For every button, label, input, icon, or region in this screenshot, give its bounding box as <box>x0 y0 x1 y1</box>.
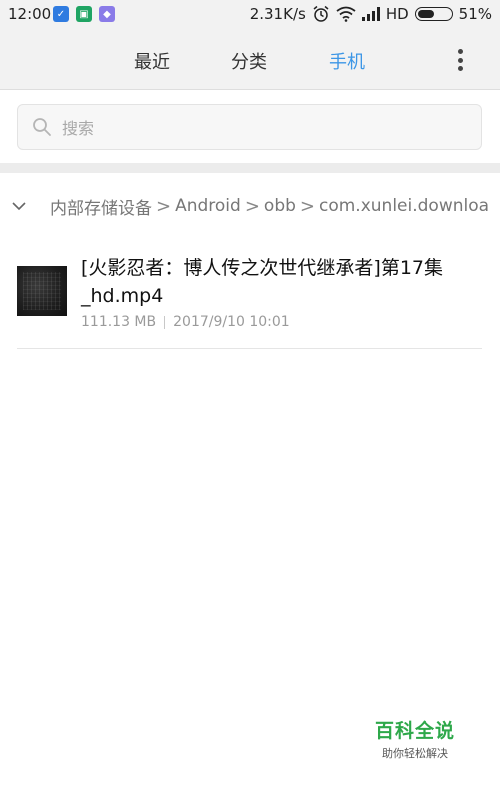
breadcrumb-item-android[interactable]: Android <box>175 196 241 216</box>
search-placeholder: 搜索 <box>62 119 95 138</box>
status-time: 12:00 <box>8 5 52 23</box>
network-speed: 2.31K/s <box>249 5 306 23</box>
breadcrumb-item-obb[interactable]: obb <box>264 196 296 216</box>
top-tab-bar: 最近 分类 手机 <box>0 30 500 90</box>
shield-icon: ▣ <box>76 6 92 22</box>
tab-recent[interactable]: 最近 <box>134 48 170 74</box>
file-name: [火影忍者：博人传之次世代继承者]第17集_hd.mp4 <box>81 257 444 307</box>
notification-app-icon: ✓ <box>53 6 69 22</box>
watermark-subtitle: 助你轻松解决 <box>382 747 448 760</box>
file-size: 111.13 MB <box>81 314 157 330</box>
breadcrumb: 内部存储设备 > Android > obb > com.xunlei.down… <box>0 188 500 224</box>
more-dot <box>457 57 463 63</box>
chevron-right-icon: > <box>299 195 315 217</box>
status-bar: 12:00 ✓ ▣ ◆ 2.31K/s HD 51% <box>0 0 500 30</box>
search-input[interactable]: 搜索 <box>17 104 482 150</box>
wifi-icon <box>336 6 356 22</box>
chevron-right-icon: > <box>244 195 260 217</box>
file-manager-screen: 12:00 ✓ ▣ ◆ 2.31K/s HD 51% 最近 分类 手机 搜索 内… <box>0 0 500 790</box>
chevron-down-icon[interactable] <box>10 197 28 215</box>
chevron-right-icon: > <box>156 195 172 217</box>
breadcrumb-item-storage[interactable]: 内部存储设备 <box>50 194 152 219</box>
file-meta: 111.13 MB 2017/9/10 10:01 <box>81 314 290 330</box>
more-dot <box>457 66 463 71</box>
battery-fill <box>417 10 434 18</box>
watermark-logo: 百科全说 助你轻松解决 <box>365 716 465 761</box>
battery-icon <box>414 7 453 21</box>
alarm-icon <box>313 5 329 22</box>
watermark-title: 百科全说 <box>374 720 455 742</box>
meta-divider <box>164 315 166 329</box>
signal-label: HD <box>385 5 409 23</box>
battery-percent: 51% <box>458 5 492 23</box>
signal-icon <box>361 7 380 21</box>
section-divider <box>0 163 500 173</box>
status-right-group: 2.31K/s HD 51% <box>250 5 492 23</box>
more-options-icon[interactable] <box>448 48 472 72</box>
tab-phone[interactable]: 手机 <box>329 48 365 74</box>
app-icon: ◆ <box>99 6 115 22</box>
video-thumbnail <box>17 266 67 316</box>
breadcrumb-item-xunlei[interactable]: com.xunlei.downloa <box>319 196 489 216</box>
file-date: 2017/9/10 10:01 <box>173 314 290 330</box>
more-dot <box>457 49 463 54</box>
search-icon <box>33 118 51 136</box>
file-list-item[interactable]: [火影忍者：博人传之次世代继承者]第17集_hd.mp4 111.13 MB 2… <box>17 244 482 349</box>
tab-category[interactable]: 分类 <box>231 48 267 74</box>
